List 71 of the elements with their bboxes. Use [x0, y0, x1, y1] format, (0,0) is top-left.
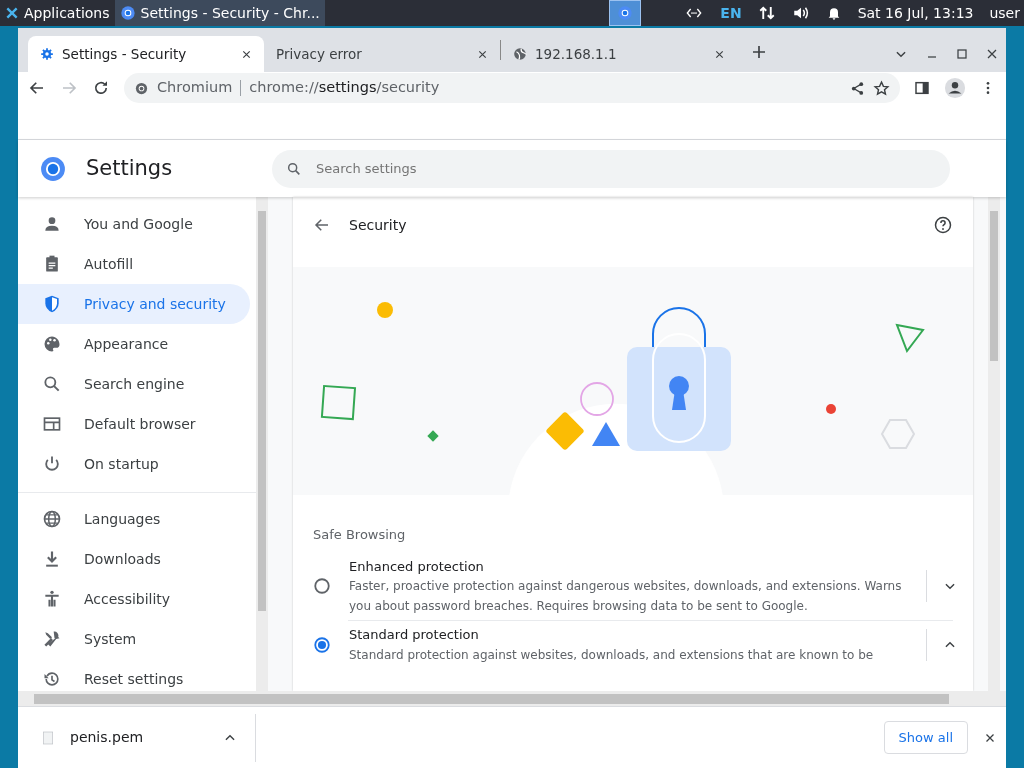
history-icon: [42, 669, 62, 689]
user-menu[interactable]: user: [989, 2, 1020, 24]
transfer-arrows-icon[interactable]: [757, 4, 776, 22]
sidebar-item[interactable]: Default browser: [18, 404, 250, 444]
settings-title: Settings: [86, 154, 173, 182]
sidebar-item[interactable]: System: [18, 619, 250, 659]
palette-icon: [42, 334, 62, 354]
close-icon[interactable]: [241, 48, 252, 60]
close-icon[interactable]: [477, 48, 488, 60]
language-indicator[interactable]: EN: [720, 2, 742, 24]
section-heading: Safe Browsing: [312, 526, 407, 544]
back-arrow-icon[interactable]: [313, 216, 331, 234]
maximize-icon[interactable]: [956, 48, 968, 60]
reload-icon[interactable]: [92, 79, 110, 97]
radio-button[interactable]: [313, 577, 331, 596]
applications-menu[interactable]: Applications: [0, 0, 115, 26]
chromium-logo-icon: [40, 155, 66, 182]
url-text[interactable]: chrome://settings/security: [249, 77, 842, 99]
option-title: Standard protection: [349, 626, 480, 644]
sidebar-item[interactable]: Accessibility: [18, 579, 250, 619]
workspace-button[interactable]: [608, 0, 641, 26]
radio-button[interactable]: [313, 635, 331, 654]
chromium-icon: [134, 80, 149, 96]
search-field[interactable]: Search settings: [272, 149, 950, 188]
new-tab-icon[interactable]: [751, 44, 767, 60]
browser-window-icon: [42, 414, 62, 434]
shield-icon: [42, 294, 62, 314]
option-description: Faster, proactive protection against dangerous websites, downloads, and extensions. Warns you about password breaches. Requires browsing data to be sent to Google.: [349, 578, 903, 615]
search-icon: [42, 374, 62, 394]
share-icon[interactable]: [850, 80, 865, 96]
page-title: Security: [349, 215, 408, 235]
back-arrow-icon[interactable]: [28, 79, 46, 97]
sidebar-item[interactable]: You and Google: [18, 204, 250, 244]
taskbar-window-button[interactable]: Settings - Security - Chr...: [114, 0, 325, 26]
site-label: Chromium: [157, 78, 233, 98]
option-description: Standard protection against websites, downloads, and extensions that are known to be: [349, 646, 875, 664]
close-icon[interactable]: [714, 48, 725, 60]
sidebar-item[interactable]: Autofill: [18, 244, 250, 284]
sidebar-item[interactable]: Languages: [18, 499, 250, 539]
sidebar-item[interactable]: On startup: [18, 444, 250, 484]
sidebar-item[interactable]: Reset settings: [18, 659, 250, 699]
address-bar[interactable]: Chromium chrome://settings/security: [124, 73, 900, 103]
browser-tab[interactable]: 192.168.1.1: [501, 36, 737, 72]
power-icon: [42, 454, 62, 474]
chromium-icon: [616, 5, 633, 21]
star-icon[interactable]: [873, 79, 890, 97]
sidebar-item[interactable]: Appearance: [18, 324, 250, 364]
clock[interactable]: Sat 16 Jul, 13:13: [857, 2, 974, 24]
sidebar-item[interactable]: Downloads: [18, 539, 250, 579]
browser-tab[interactable]: Privacy error: [264, 36, 500, 72]
side-panel-icon[interactable]: [914, 80, 930, 96]
chromium-icon: [119, 5, 136, 21]
profile-icon[interactable]: [944, 77, 966, 99]
download-file-name[interactable]: penis.pem: [70, 727, 209, 748]
show-all-button[interactable]: Show all: [883, 720, 968, 755]
person-icon: [42, 214, 62, 234]
close-icon[interactable]: [986, 48, 998, 60]
scrollbar[interactable]: [988, 197, 1000, 691]
x-logo-icon: [5, 6, 19, 20]
globe-icon: [513, 47, 527, 61]
scrollbar[interactable]: [256, 197, 268, 691]
gear-icon: [40, 47, 54, 61]
horizontal-scrollbar[interactable]: [18, 691, 1006, 706]
close-icon[interactable]: [984, 731, 996, 744]
help-icon[interactable]: [933, 215, 953, 235]
accessibility-icon: [42, 589, 62, 609]
sidebar-item[interactable]: Privacy and security: [18, 284, 250, 324]
browser-tab[interactable]: Settings - Security: [28, 36, 264, 72]
option-title: Enhanced protection: [349, 557, 485, 576]
sidebar-item[interactable]: Search engine: [18, 364, 250, 404]
globe-icon: [42, 509, 62, 529]
